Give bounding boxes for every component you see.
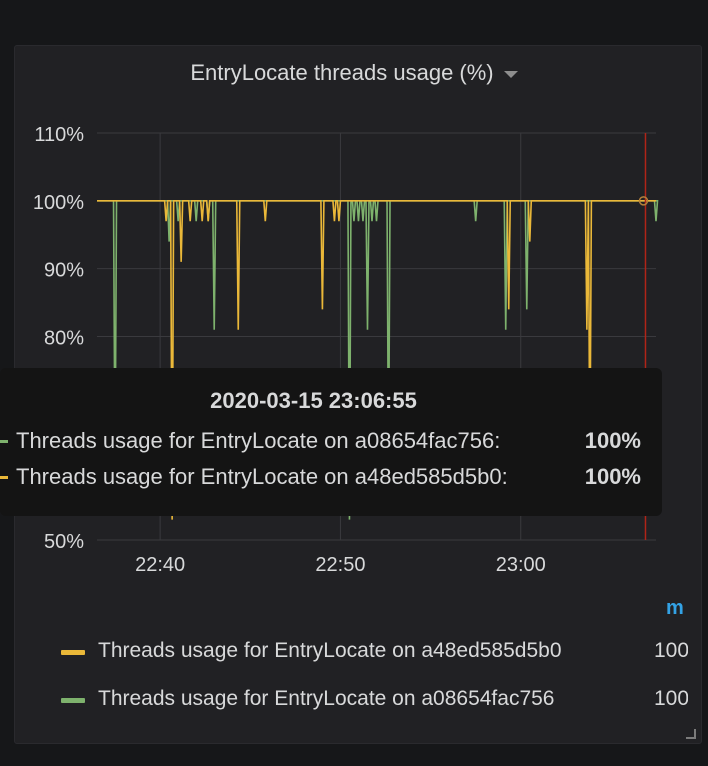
tooltip-series-value: 100% (584, 428, 641, 453)
series-swatch (0, 440, 8, 443)
tooltip-series-label: Threads usage for EntryLocate on a48ed58… (16, 464, 508, 489)
x-tick-label: 23:00 (496, 554, 546, 576)
y-tick-label: 80% (44, 328, 84, 350)
legend-item-label[interactable]: Threads usage for EntryLocate on a48ed58… (98, 639, 562, 663)
legend-item-label[interactable]: Threads usage for EntryLocate on a08654f… (98, 687, 554, 711)
legend-item[interactable]: Threads usage for EntryLocate on a48ed58… (40, 627, 688, 675)
legend-column-header[interactable]: m (666, 597, 684, 620)
hover-tooltip: 2020-03-15 23:06:55 Threads usage for En… (0, 368, 662, 516)
tooltip-series-label: Threads usage for EntryLocate on a08654f… (16, 428, 501, 453)
legend: Threads usage for EntryLocate on a48ed58… (40, 627, 688, 723)
y-tick-label: 90% (44, 260, 84, 282)
legend-item-value: 100% (654, 639, 688, 662)
legend-item-value: 100% (654, 687, 688, 710)
tooltip-series-value: 100% (584, 464, 641, 489)
resize-handle[interactable] (686, 729, 696, 739)
series-swatch (0, 476, 8, 479)
series-swatch[interactable] (61, 698, 85, 703)
legend-item[interactable]: Threads usage for EntryLocate on a08654f… (40, 675, 688, 723)
x-tick-label: 22:50 (315, 554, 365, 576)
x-tick-label: 22:40 (135, 554, 185, 576)
y-tick-label: 50% (44, 531, 84, 553)
tooltip-row: Threads usage for EntryLocate on a08654f… (0, 428, 662, 458)
series-swatch[interactable] (61, 650, 85, 655)
tooltip-row: Threads usage for EntryLocate on a48ed58… (0, 464, 662, 494)
y-tick-label: 100% (33, 192, 84, 214)
y-tick-label: 110% (34, 124, 84, 146)
tooltip-time: 2020-03-15 23:06:55 (210, 388, 417, 413)
